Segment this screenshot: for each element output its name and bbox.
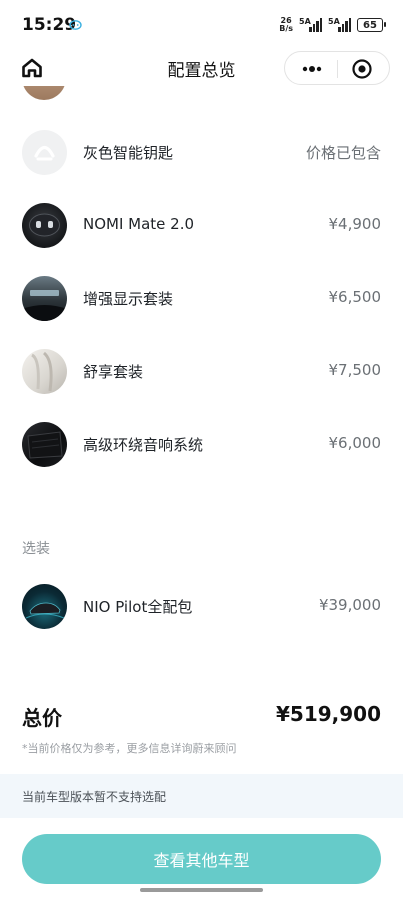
close-target-icon[interactable]: [351, 58, 373, 80]
signal-strength-2-icon: 5A: [328, 17, 351, 32]
nomi-mate-icon: [22, 203, 67, 248]
notice-text: 当前车型版本暂不支持选配: [22, 790, 167, 804]
status-time: 15:29: [22, 15, 77, 35]
notice-bar: 当前车型版本暂不支持选配: [0, 774, 403, 818]
mini-program-capsule: [284, 51, 390, 85]
nio-pilot-icon: [22, 584, 67, 629]
more-options-icon[interactable]: [297, 59, 327, 79]
section-label-optional: 选装: [22, 541, 50, 557]
nio-key-icon: [22, 130, 67, 175]
total-price-label: 总价: [22, 706, 62, 730]
display-package-icon: [22, 276, 67, 321]
item-name: NIO Pilot全配包: [83, 598, 193, 616]
item-price: ¥39,000: [318, 596, 381, 614]
item-name: NOMI Mate 2.0: [83, 215, 195, 233]
status-bar: 15:29 26 B/s 5A 5A 65: [0, 0, 403, 50]
audio-system-icon: [22, 422, 67, 467]
item-name: 增强显示套装: [83, 290, 174, 308]
item-name: 高级环绕音响系统: [83, 436, 204, 454]
list-item[interactable]: NIO Pilot全配包 ¥39,000: [0, 584, 403, 636]
list-item[interactable]: 增强显示套装 ¥6,500: [0, 276, 403, 328]
item-price: ¥7,500: [328, 361, 382, 379]
item-name: 舒享套装: [83, 363, 144, 381]
item-price: ¥6,500: [328, 288, 382, 306]
view-other-models-button[interactable]: 查看其他车型: [22, 834, 381, 884]
list-item[interactable]: NOMI Mate 2.0 ¥4,900: [0, 203, 403, 255]
list-item[interactable]: 灰色智能钥匙 价格已包含: [0, 130, 403, 182]
list-item[interactable]: 高级环绕音响系统 ¥6,000: [0, 422, 403, 474]
navigation-bar: 配置总览: [0, 50, 403, 86]
signal-strength-1-icon: 5A: [299, 17, 322, 32]
battery-icon: 65: [357, 18, 386, 32]
home-indicator[interactable]: [140, 888, 263, 892]
item-price: ¥4,900: [328, 215, 382, 233]
chat-bubble-icon: [69, 20, 82, 30]
capsule-divider: [337, 60, 338, 78]
price-disclaimer: *当前价格仅为参考，更多信息详询蔚来顾问: [22, 742, 237, 755]
network-speed: 26 B/s: [279, 16, 293, 33]
list-item[interactable]: 舒享套装 ¥7,500: [0, 349, 403, 401]
item-price: 价格已包含: [305, 144, 381, 162]
comfort-package-icon: [22, 349, 67, 394]
item-name: 灰色智能钥匙: [83, 144, 174, 162]
item-price: ¥6,000: [328, 434, 382, 452]
total-price-value: ¥519,900: [275, 702, 381, 726]
